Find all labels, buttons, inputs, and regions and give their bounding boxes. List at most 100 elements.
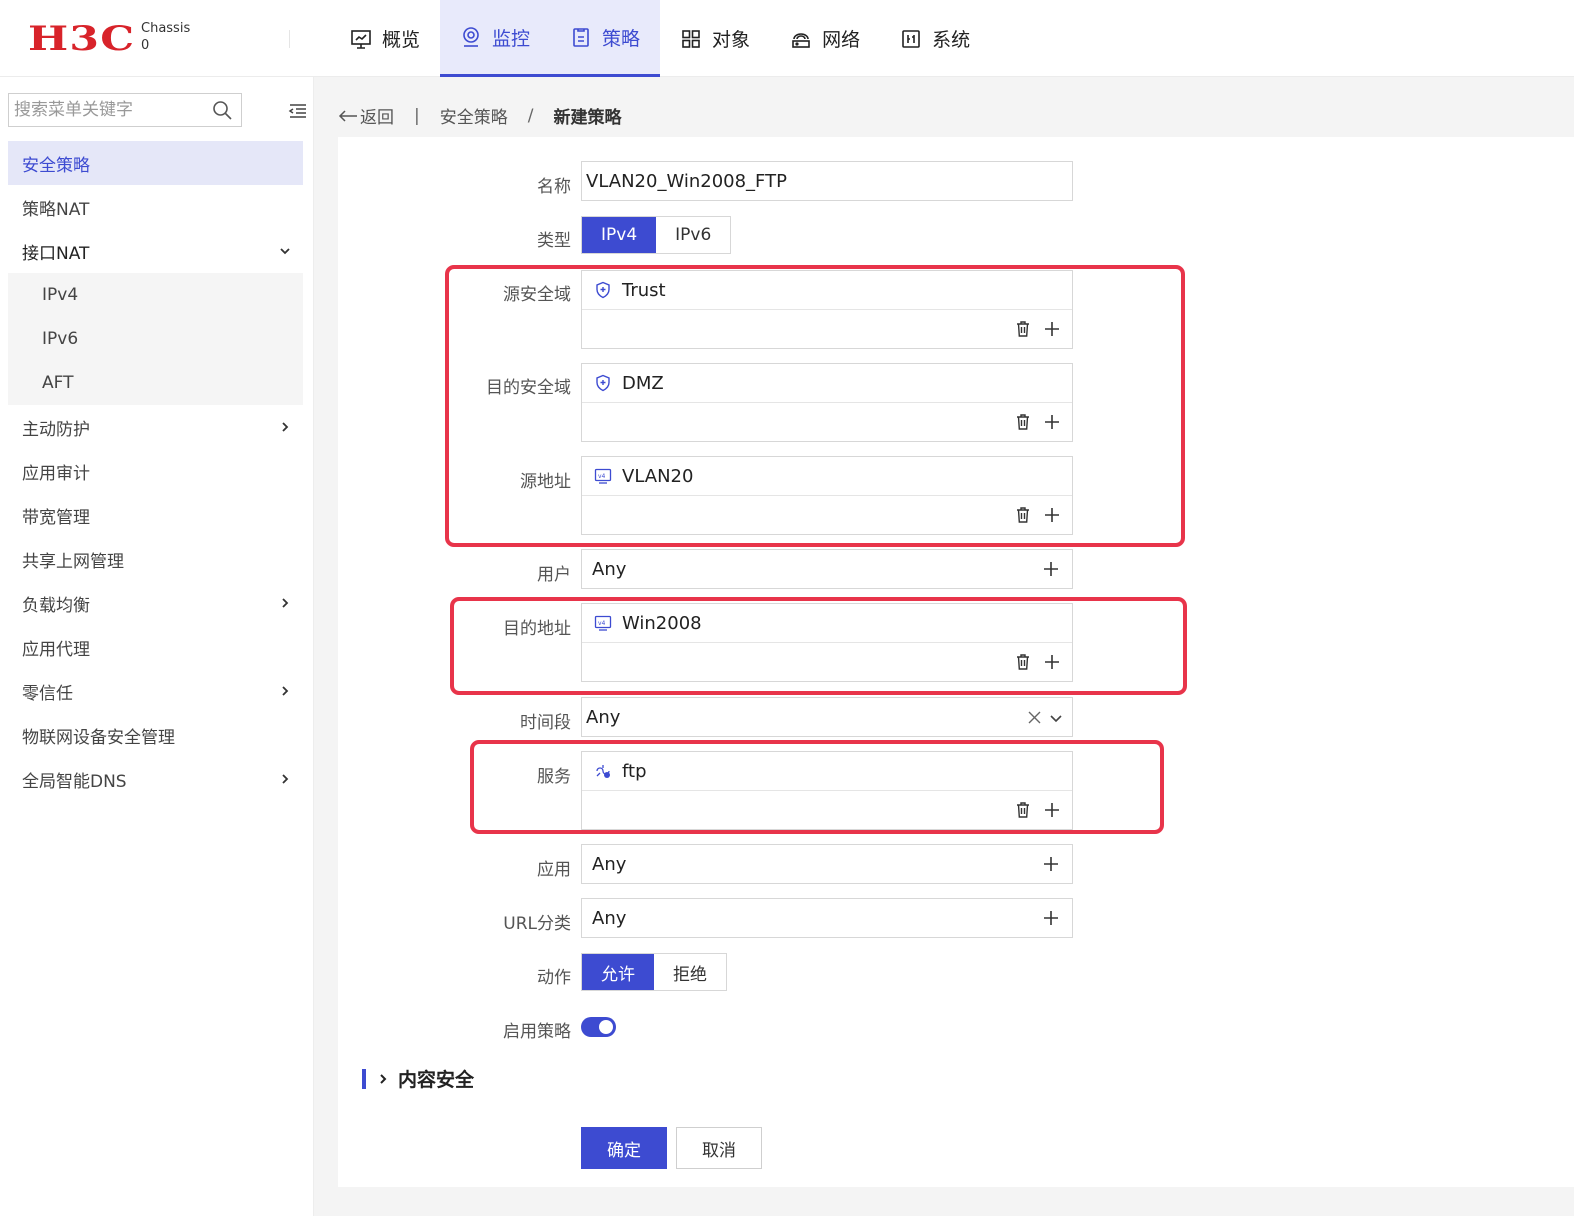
src-zone-tag: Trust <box>582 271 1072 310</box>
sidebar-item-app-audit[interactable]: 应用审计 <box>8 449 303 493</box>
user-label: 用户 <box>537 565 571 585</box>
src-zone-field: Trust <box>581 270 1073 349</box>
chassis-label: Chassis <box>141 21 191 36</box>
sidebar-item-label: 策略NAT <box>22 199 90 220</box>
sidebar-item-app-proxy[interactable]: 应用代理 <box>8 625 303 669</box>
url-category-value: Any <box>592 907 627 929</box>
service-tag: ftp <box>582 752 1072 791</box>
sidebar-menu: 安全策略 策略NAT 接口NAT IPv4 IPv6 AFT 主动防护 应用审计… <box>8 141 303 801</box>
action-deny-option[interactable]: 拒绝 <box>654 954 726 990</box>
h3c-logo: H3C <box>28 19 136 59</box>
sidebar-item-iot-security[interactable]: 物联网设备安全管理 <box>8 713 303 757</box>
nav-network-label: 网络 <box>822 29 861 51</box>
nav-network[interactable]: 网络 <box>770 0 880 77</box>
url-category-field[interactable]: Any <box>581 898 1073 938</box>
monitor-eye-icon <box>463 27 479 47</box>
search-icon[interactable] <box>211 99 233 121</box>
service-label: 服务 <box>537 767 571 787</box>
nav-object-label: 对象 <box>712 29 751 51</box>
policy-icon <box>573 28 589 47</box>
chevron-down-icon[interactable] <box>1048 710 1064 726</box>
plus-icon[interactable] <box>1042 855 1060 873</box>
action-permit-option[interactable]: 允许 <box>582 954 654 990</box>
sidebar-subitem-label: IPv6 <box>42 329 79 349</box>
shield-icon <box>596 374 610 392</box>
enable-policy-toggle[interactable] <box>581 1017 616 1037</box>
chevron-right-icon <box>380 1073 387 1084</box>
nav-policy[interactable]: 策略 <box>550 0 661 77</box>
plus-icon[interactable] <box>1043 413 1061 431</box>
src-addr-field: v4 VLAN20 <box>581 456 1073 535</box>
nav-object[interactable]: 对象 <box>660 0 770 77</box>
nav-system[interactable]: 系统 <box>880 0 990 77</box>
time-select[interactable]: Any <box>581 697 1073 737</box>
app-field[interactable]: Any <box>581 844 1073 884</box>
collapse-menu-icon[interactable] <box>288 101 308 121</box>
sidebar-item-label: 负载均衡 <box>22 595 90 616</box>
type-label: 类型 <box>537 231 571 251</box>
plus-icon[interactable] <box>1043 506 1061 524</box>
service-icon <box>596 765 610 778</box>
sidebar-item-global-dns[interactable]: 全局智能DNS <box>8 757 303 801</box>
chassis-value: 0 <box>141 38 150 53</box>
sidebar-item-shared-access[interactable]: 共享上网管理 <box>8 537 303 581</box>
name-field[interactable]: VLAN20_Win2008_FTP <box>581 161 1073 201</box>
nav-monitor[interactable]: 监控 <box>440 0 551 77</box>
type-ipv4-option[interactable]: IPv4 <box>582 217 657 253</box>
service-value: ftp <box>622 760 647 782</box>
dst-zone-field: DMZ <box>581 363 1073 442</box>
service-field: ftp <box>581 751 1073 830</box>
breadcrumb-separator: / <box>527 105 534 126</box>
name-label: 名称 <box>537 177 571 197</box>
plus-icon[interactable] <box>1043 320 1061 338</box>
trash-icon[interactable] <box>1014 413 1032 431</box>
src-zone-value: Trust <box>622 279 666 301</box>
type-ipv6-option[interactable]: IPv6 <box>656 217 730 253</box>
trash-icon[interactable] <box>1014 653 1032 671</box>
sidebar-subitem-ipv6[interactable]: IPv6 <box>8 317 303 361</box>
user-value: Any <box>592 558 627 580</box>
breadcrumb-parent[interactable]: 安全策略 <box>440 103 508 128</box>
logo-divider <box>289 30 290 48</box>
sidebar-item-interface-nat[interactable]: 接口NAT <box>8 229 303 273</box>
grid-icon <box>682 29 700 48</box>
menu-search-input[interactable] <box>9 95 205 125</box>
back-link[interactable]: 返回 <box>338 103 394 128</box>
sidebar-item-load-balance[interactable]: 负载均衡 <box>8 581 303 625</box>
confirm-button[interactable]: 确定 <box>581 1127 667 1169</box>
user-field[interactable]: Any <box>581 549 1073 589</box>
plus-icon[interactable] <box>1042 560 1060 578</box>
dst-zone-label: 目的安全域 <box>486 378 571 398</box>
sidebar-item-security-policy[interactable]: 安全策略 <box>8 141 303 185</box>
sidebar-item-bandwidth[interactable]: 带宽管理 <box>8 493 303 537</box>
cancel-button[interactable]: 取消 <box>676 1127 762 1169</box>
monitor-chart-icon <box>351 29 371 49</box>
arrow-left-icon <box>338 109 357 122</box>
ipv4-address-icon: v4 <box>594 615 612 631</box>
url-category-label: URL分类 <box>503 914 571 934</box>
trash-icon[interactable] <box>1014 506 1032 524</box>
plus-icon[interactable] <box>1043 801 1061 819</box>
app-label: 应用 <box>537 860 571 880</box>
action-segmented: 允许 拒绝 <box>581 953 727 991</box>
sidebar-subitem-aft[interactable]: AFT <box>8 361 303 405</box>
close-icon[interactable] <box>1027 710 1042 725</box>
plus-icon[interactable] <box>1043 653 1061 671</box>
sidebar-item-active-defense[interactable]: 主动防护 <box>8 405 303 449</box>
sidebar-subitem-ipv4[interactable]: IPv4 <box>8 273 303 317</box>
sidebar-subitem-label: AFT <box>42 373 74 393</box>
sidebar-item-policy-nat[interactable]: 策略NAT <box>8 185 303 229</box>
nav-system-label: 系统 <box>932 29 971 51</box>
trash-icon[interactable] <box>1014 320 1032 338</box>
plus-icon[interactable] <box>1042 909 1060 927</box>
ipv4-address-icon: v4 <box>594 468 612 484</box>
sidebar-item-zero-trust[interactable]: 零信任 <box>8 669 303 713</box>
sidebar-item-label: 安全策略 <box>22 155 90 176</box>
content-security-section[interactable]: 内容安全 <box>362 1065 474 1092</box>
sidebar-item-label: 接口NAT <box>22 243 90 264</box>
dst-addr-tag: v4 Win2008 <box>582 604 1072 643</box>
time-value: Any <box>586 706 621 728</box>
trash-icon[interactable] <box>1014 801 1032 819</box>
nav-overview[interactable]: 概览 <box>330 0 440 77</box>
sidebar-item-label: 应用审计 <box>22 463 90 484</box>
